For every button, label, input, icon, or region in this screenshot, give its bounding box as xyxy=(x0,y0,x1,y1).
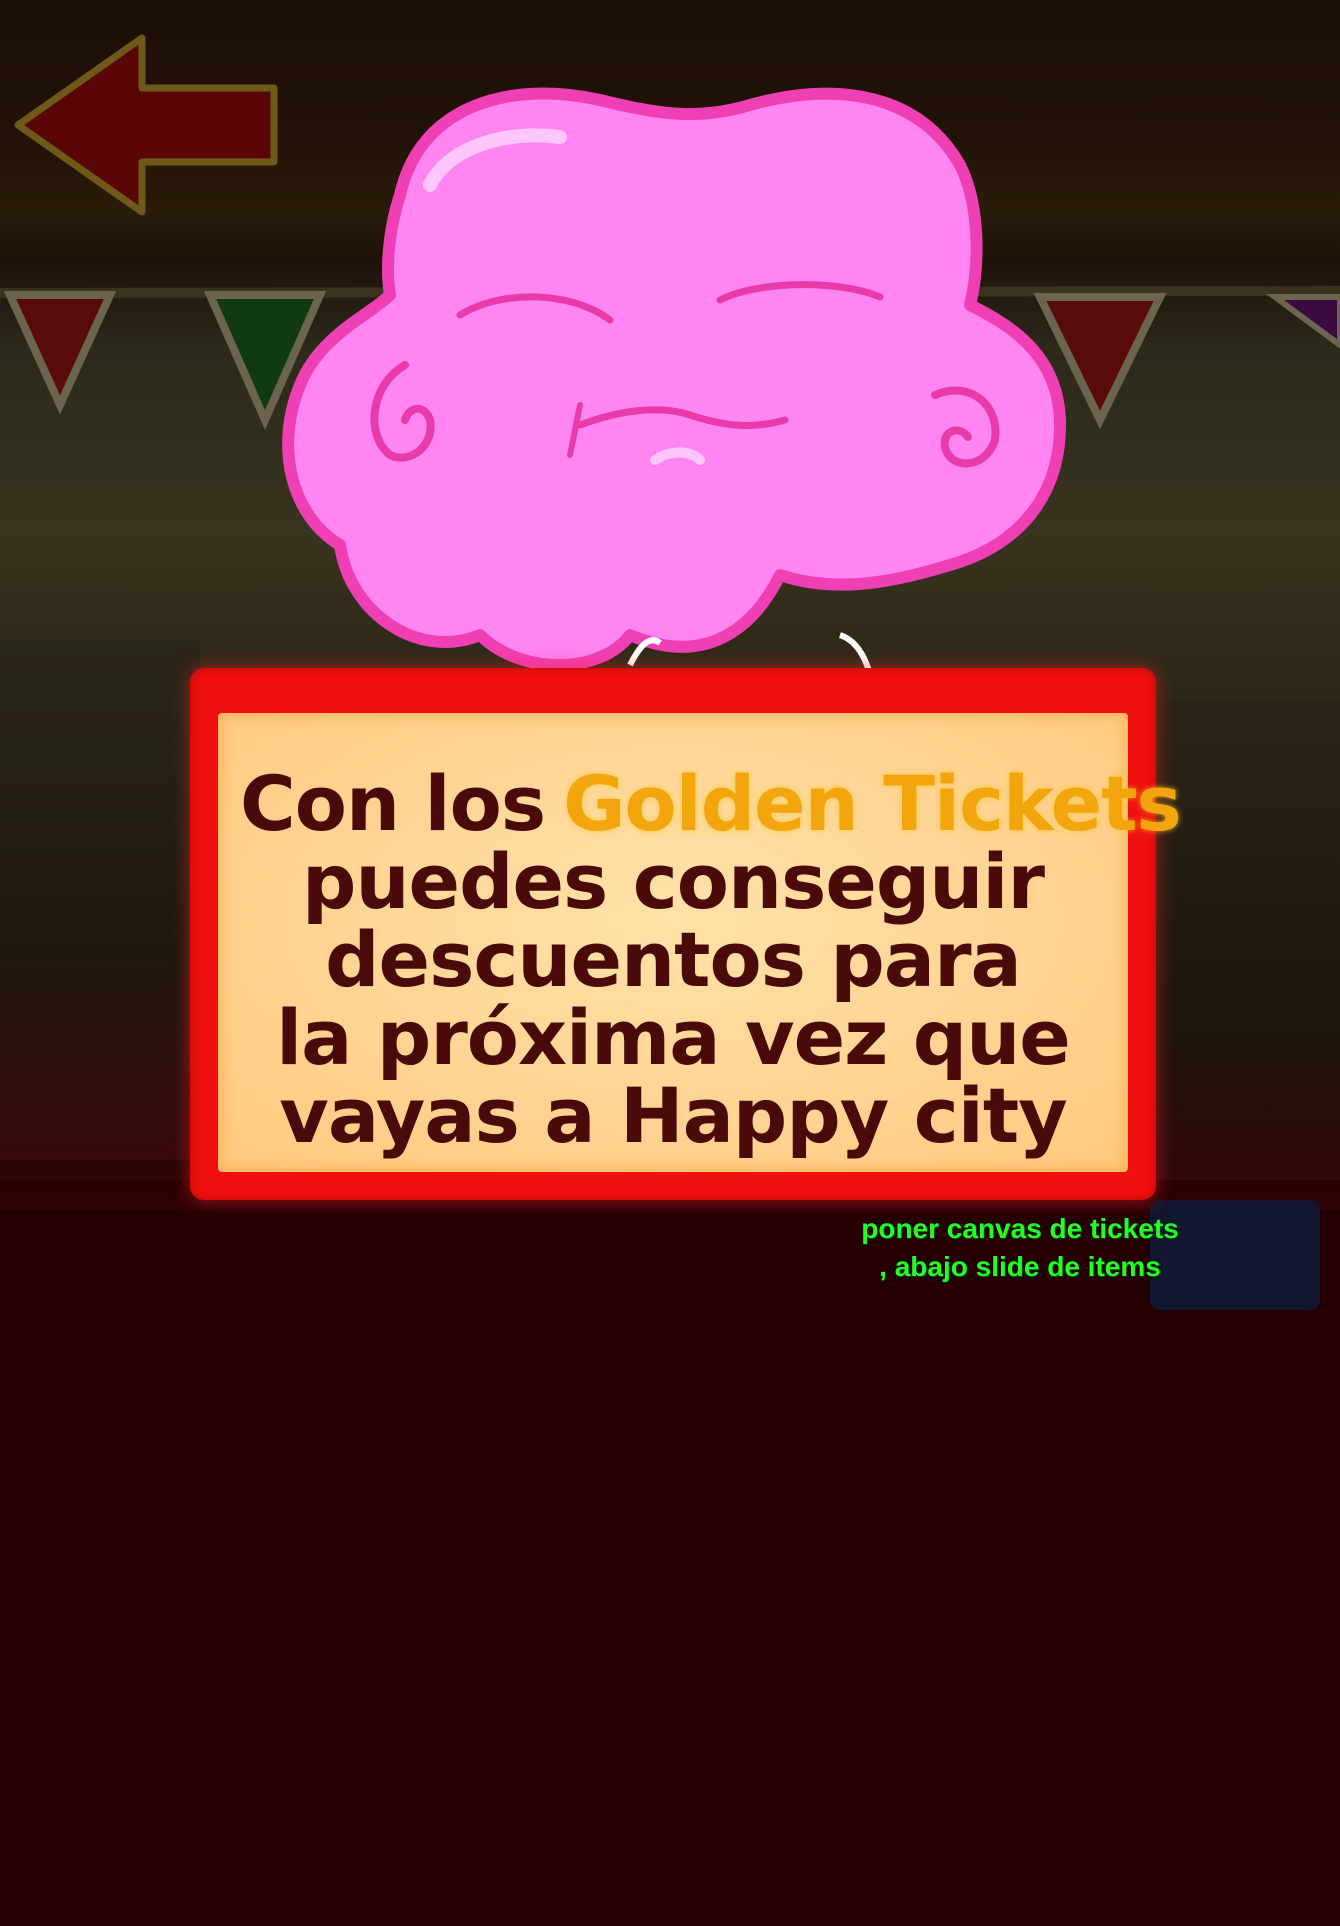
dev-note-line-1: poner canvas de tickets xyxy=(861,1213,1179,1244)
dialog-line-5: vayas a Happy city xyxy=(279,1071,1067,1160)
dialog-line-1: Con los Golden Tickets xyxy=(218,765,1182,843)
dialog-message: Con los Golden Tickets puedes conseguir d… xyxy=(218,765,1182,1160)
dialog-line-2: puedes conseguir xyxy=(302,837,1045,926)
dev-note: poner canvas de tickets , abajo slide de… xyxy=(855,1210,1185,1286)
golden-tickets-highlight: Golden Tickets xyxy=(563,759,1182,848)
dialog-box: Con los Golden Tickets puedes conseguir d… xyxy=(190,668,1182,1200)
back-arrow-icon[interactable] xyxy=(12,30,282,220)
floor-overlay xyxy=(0,1180,1340,1926)
background-shelf-left xyxy=(0,640,200,1160)
dialog-panel: Con los Golden Tickets puedes conseguir d… xyxy=(218,713,1182,1172)
dialog-line-3: descuentos para xyxy=(325,915,1022,1004)
dev-note-line-2: , abajo slide de items xyxy=(879,1251,1161,1282)
game-scene: Con los Golden Tickets puedes conseguir d… xyxy=(0,0,1340,1926)
dialog-line-4: la próxima vez que xyxy=(276,993,1071,1082)
pink-mascot-icon xyxy=(282,87,1066,676)
dialog-line-1-prefix: Con los xyxy=(240,759,546,848)
